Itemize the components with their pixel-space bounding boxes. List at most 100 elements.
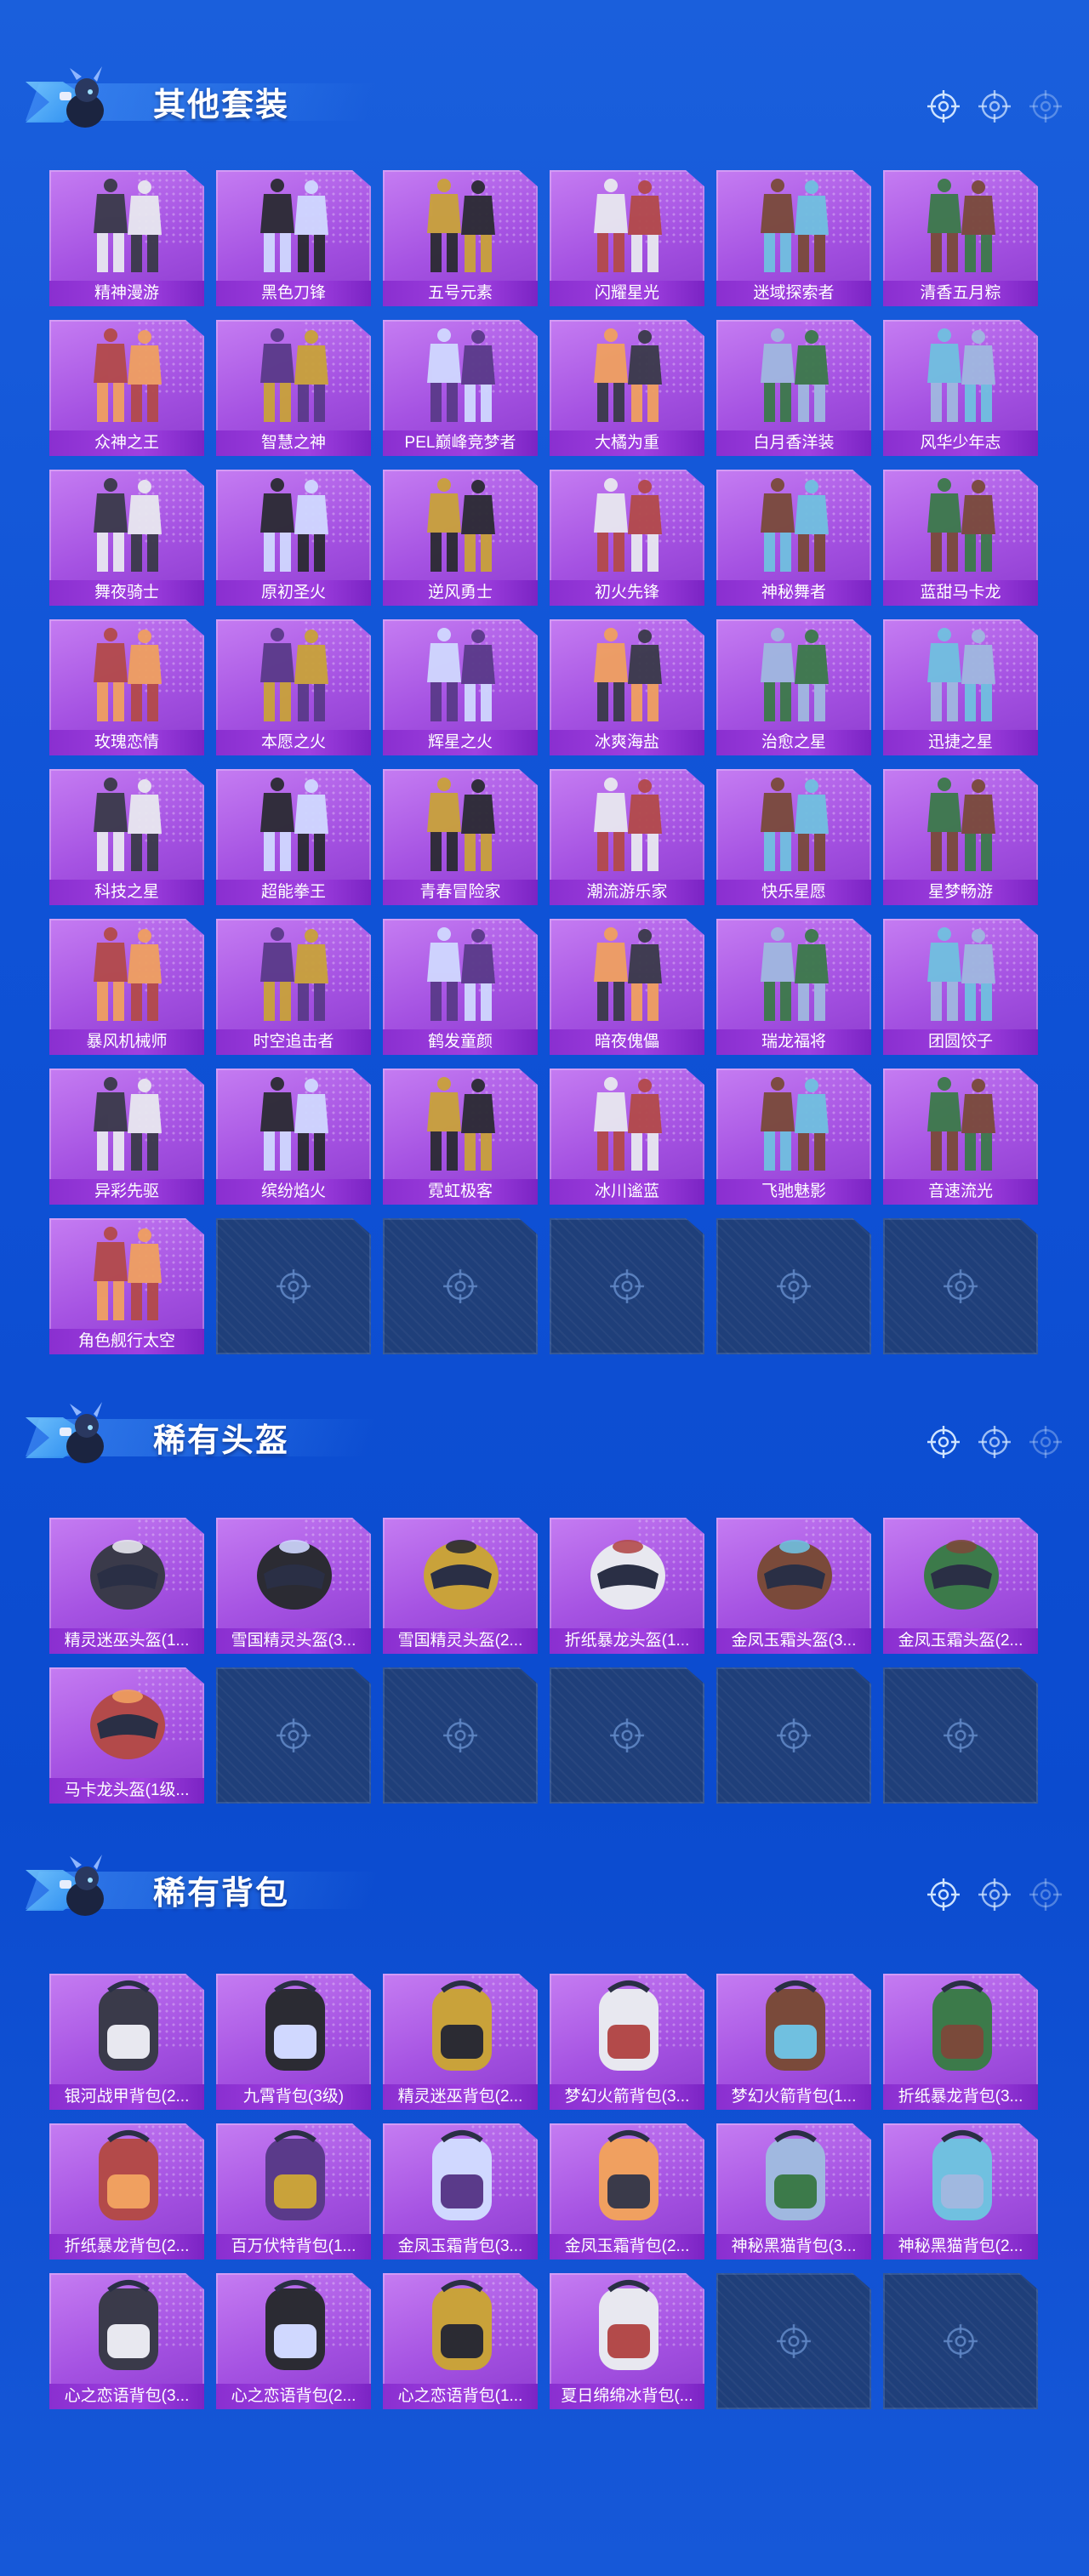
outfit-image bbox=[427, 1077, 495, 1171]
outfit-card[interactable]: 舞夜骑士 bbox=[49, 470, 204, 606]
outfit-name: 五号元素 bbox=[383, 281, 538, 306]
crosshair-icon bbox=[1029, 1878, 1062, 1911]
outfit-card[interactable]: 缤纷焰火 bbox=[216, 1069, 371, 1205]
item-grid: 精灵迷巫头盔(1... 雪国精灵头盔(3... 雪国精灵头盔(2... 折纸暴龙头盔(… bbox=[49, 1518, 1038, 1804]
helmet-card[interactable]: 马卡龙头盔(1级... bbox=[49, 1667, 204, 1804]
outfit-card[interactable]: 时空追击者 bbox=[216, 919, 371, 1055]
helmet-card[interactable]: 折纸暴龙头盔(1... bbox=[550, 1518, 704, 1654]
outfit-card[interactable]: 冰爽海盐 bbox=[550, 619, 704, 755]
outfit-card[interactable]: 鹤发童颜 bbox=[383, 919, 538, 1055]
backpack-card[interactable]: 心之恋语背包(1... bbox=[383, 2273, 538, 2409]
helmet-image bbox=[424, 1540, 499, 1610]
outfit-card[interactable]: 治愈之星 bbox=[716, 619, 871, 755]
header-decor bbox=[926, 1424, 1063, 1460]
outfit-card[interactable]: 精神漫游 bbox=[49, 170, 204, 306]
backpack-card[interactable]: 梦幻火箭背包(3... bbox=[550, 1974, 704, 2110]
empty-slot bbox=[550, 1667, 704, 1804]
backpack-card[interactable]: 金凤玉霜背包(2... bbox=[550, 2123, 704, 2260]
helmet-name: 雪国精灵头盔(3... bbox=[216, 1628, 371, 1654]
backpack-card[interactable]: 心之恋语背包(3... bbox=[49, 2273, 204, 2409]
backpack-image bbox=[766, 1980, 825, 2071]
outfit-name: 众神之王 bbox=[49, 430, 204, 456]
outfit-image bbox=[94, 179, 162, 272]
backpack-card[interactable]: 银河战甲背包(2... bbox=[49, 1974, 204, 2110]
outfit-card[interactable]: 霓虹极客 bbox=[383, 1069, 538, 1205]
backpack-card[interactable]: 九霄背包(3级) bbox=[216, 1974, 371, 2110]
outfit-card[interactable]: 逆风勇士 bbox=[383, 470, 538, 606]
backpack-card[interactable]: 神秘黑猫背包(2... bbox=[883, 2123, 1038, 2260]
outfit-image bbox=[594, 179, 662, 272]
outfit-image bbox=[761, 778, 829, 871]
backpack-card[interactable]: 精灵迷巫背包(2... bbox=[383, 1974, 538, 2110]
outfit-card[interactable]: 白月香洋装 bbox=[716, 320, 871, 456]
outfit-card[interactable]: 黑色刀锋 bbox=[216, 170, 371, 306]
outfit-card[interactable]: 星梦畅游 bbox=[883, 769, 1038, 905]
outfit-card[interactable]: 暗夜傀儡 bbox=[550, 919, 704, 1055]
backpack-image bbox=[99, 2280, 158, 2370]
outfit-card[interactable]: 众神之王 bbox=[49, 320, 204, 456]
section-backpacks: 稀有背包 银河战甲背包(2... 九霄背包(3级) 精灵迷巫背包(2... 梦幻火箭背… bbox=[0, 1839, 1089, 2409]
backpack-card[interactable]: 梦幻火箭背包(1... bbox=[716, 1974, 871, 2110]
outfit-image bbox=[594, 1077, 662, 1171]
outfit-card[interactable]: 辉星之火 bbox=[383, 619, 538, 755]
outfit-card[interactable]: 五号元素 bbox=[383, 170, 538, 306]
outfit-card[interactable]: 青春冒险家 bbox=[383, 769, 538, 905]
backpack-card[interactable]: 金凤玉霜背包(3... bbox=[383, 2123, 538, 2260]
outfit-card[interactable]: 玫瑰恋情 bbox=[49, 619, 204, 755]
helmet-name: 雪国精灵头盔(2... bbox=[383, 1628, 538, 1654]
outfit-card[interactable]: 科技之星 bbox=[49, 769, 204, 905]
backpack-name: 折纸暴龙背包(2... bbox=[49, 2234, 204, 2260]
helmet-card[interactable]: 金凤玉霜头盔(2... bbox=[883, 1518, 1038, 1654]
outfit-card[interactable]: 暴风机械师 bbox=[49, 919, 204, 1055]
crosshair-icon bbox=[610, 1718, 644, 1752]
helmet-image bbox=[90, 1540, 165, 1610]
outfit-image bbox=[260, 1077, 328, 1171]
outfit-card[interactable]: 快乐星愿 bbox=[716, 769, 871, 905]
outfit-image bbox=[427, 778, 495, 871]
outfit-name: 青春冒险家 bbox=[383, 880, 538, 905]
outfit-card[interactable]: 闪耀星光 bbox=[550, 170, 704, 306]
outfit-name: 白月香洋装 bbox=[716, 430, 871, 456]
helmet-card[interactable]: 精灵迷巫头盔(1... bbox=[49, 1518, 204, 1654]
outfit-card[interactable]: 初火先锋 bbox=[550, 470, 704, 606]
outfit-card[interactable]: 神秘舞者 bbox=[716, 470, 871, 606]
outfit-card[interactable]: 音速流光 bbox=[883, 1069, 1038, 1205]
outfit-card[interactable]: 迅捷之星 bbox=[883, 619, 1038, 755]
backpack-card[interactable]: 夏日绵绵冰背包(... bbox=[550, 2273, 704, 2409]
backpack-name: 银河战甲背包(2... bbox=[49, 2084, 204, 2110]
outfit-name: 初火先锋 bbox=[550, 580, 704, 606]
outfit-card[interactable]: 原初圣火 bbox=[216, 470, 371, 606]
outfit-card[interactable]: 团圆饺子 bbox=[883, 919, 1038, 1055]
backpack-name: 金凤玉霜背包(3... bbox=[383, 2234, 538, 2260]
outfit-card[interactable]: 风华少年志 bbox=[883, 320, 1038, 456]
outfit-name: 逆风勇士 bbox=[383, 580, 538, 606]
outfit-card[interactable]: 智慧之神 bbox=[216, 320, 371, 456]
backpack-card[interactable]: 百万伏特背包(1... bbox=[216, 2123, 371, 2260]
outfit-card[interactable]: 潮流游乐家 bbox=[550, 769, 704, 905]
outfit-card[interactable]: 超能拳王 bbox=[216, 769, 371, 905]
outfit-card[interactable]: 飞驰魅影 bbox=[716, 1069, 871, 1205]
backpack-card[interactable]: 心之恋语背包(2... bbox=[216, 2273, 371, 2409]
outfit-card[interactable]: 大橘为重 bbox=[550, 320, 704, 456]
helmet-image bbox=[757, 1540, 832, 1610]
outfit-card[interactable]: 迷域探索者 bbox=[716, 170, 871, 306]
helmet-card[interactable]: 雪国精灵头盔(3... bbox=[216, 1518, 371, 1654]
outfit-card[interactable]: 冰川谧蓝 bbox=[550, 1069, 704, 1205]
helmet-card[interactable]: 金凤玉霜头盔(3... bbox=[716, 1518, 871, 1654]
crosshair-icon bbox=[1029, 1426, 1062, 1458]
outfit-card[interactable]: 清香五月粽 bbox=[883, 170, 1038, 306]
outfit-card[interactable]: 蓝甜马卡龙 bbox=[883, 470, 1038, 606]
outfit-card[interactable]: PEL巅峰竞梦者 bbox=[383, 320, 538, 456]
backpack-image bbox=[265, 1980, 325, 2071]
outfit-name: 原初圣火 bbox=[216, 580, 371, 606]
backpack-name: 百万伏特背包(1... bbox=[216, 2234, 371, 2260]
outfit-card[interactable]: 本愿之火 bbox=[216, 619, 371, 755]
outfit-card[interactable]: 瑞龙福将 bbox=[716, 919, 871, 1055]
backpack-card[interactable]: 折纸暴龙背包(2... bbox=[49, 2123, 204, 2260]
outfit-card[interactable]: 角色舰行太空 bbox=[49, 1218, 204, 1354]
backpack-card[interactable]: 折纸暴龙背包(3... bbox=[883, 1974, 1038, 2110]
outfit-image bbox=[761, 927, 829, 1021]
backpack-card[interactable]: 神秘黑猫背包(3... bbox=[716, 2123, 871, 2260]
helmet-card[interactable]: 雪国精灵头盔(2... bbox=[383, 1518, 538, 1654]
outfit-card[interactable]: 异彩先驱 bbox=[49, 1069, 204, 1205]
